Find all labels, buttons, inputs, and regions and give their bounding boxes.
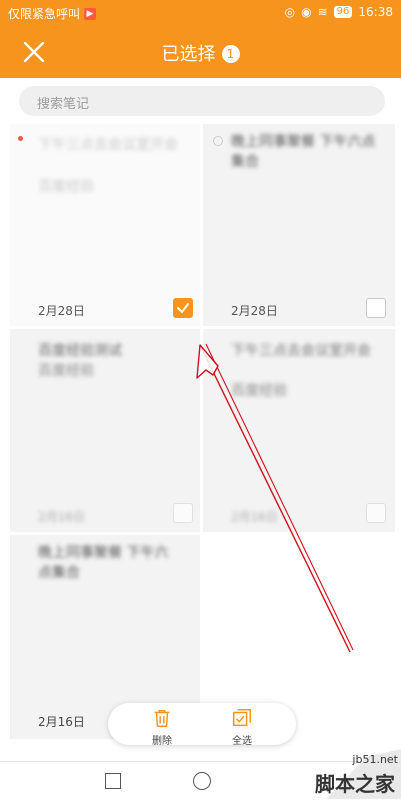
nfc-icon: ◎	[284, 5, 296, 19]
emergency-app-icon: ▶	[84, 7, 97, 20]
trash-icon	[154, 709, 170, 727]
action-bar: 删除 全选	[108, 703, 296, 747]
note-title: 下午三点去会议室开会	[231, 343, 371, 359]
select-all-button[interactable]: 全选	[222, 707, 262, 747]
priority-dot	[18, 136, 23, 141]
recent-apps-icon[interactable]	[105, 773, 121, 789]
status-right: ◎ ◉ ≋ 96 16:38	[285, 5, 393, 19]
page-title: 已选择 1	[0, 40, 401, 66]
delete-button[interactable]: 删除	[142, 707, 182, 747]
note-card[interactable]: 百度经验测试 百度经验 2月16日	[10, 329, 200, 532]
status-time: 16:38	[358, 5, 393, 19]
watermark: jb51.net 脚本之家	[266, 749, 401, 799]
note-subtitle: 百度经验	[231, 383, 287, 399]
eye-icon: ◉	[301, 5, 312, 19]
note-card[interactable]: 下午三点去会议室开会 百度经验 2月28日	[10, 124, 200, 326]
note-checkbox[interactable]	[366, 298, 386, 318]
note-title: 晚上同事聚餐 下午六点集合	[38, 545, 169, 581]
note-card[interactable]: 下午三点去会议室开会 百度经验 2月16日	[203, 329, 395, 532]
note-date: 2月16日	[38, 715, 85, 729]
checkmark-icon	[177, 303, 189, 314]
note-date: 2月28日	[231, 304, 278, 318]
wifi-icon: ≋	[317, 5, 328, 19]
note-date: 2月16日	[38, 510, 85, 524]
selection-header: 已选择 1	[0, 26, 401, 78]
note-checkbox[interactable]	[366, 503, 386, 523]
select-all-label: 全选	[232, 736, 252, 747]
status-left: 仅限紧急呼叫 ▶	[8, 5, 97, 22]
status-text: 仅限紧急呼叫	[8, 7, 81, 21]
note-checkbox[interactable]	[173, 503, 193, 523]
note-checkbox[interactable]	[173, 298, 193, 318]
watermark-brand: 脚本之家	[315, 772, 395, 796]
note-dot	[213, 136, 223, 146]
delete-label: 删除	[152, 736, 172, 747]
note-subtitle: 百度经验	[38, 363, 94, 379]
search-input[interactable]: 搜索笔记	[19, 86, 385, 116]
select-all-icon	[233, 709, 251, 727]
note-card[interactable]: 晚上同事聚餐 下午六点集合 2月28日	[203, 124, 395, 326]
battery-icon: 96	[333, 6, 353, 18]
note-title: 晚上同事聚餐 下午六点集合	[231, 134, 376, 170]
status-bar: 仅限紧急呼叫 ▶ ◎ ◉ ≋ 96 16:38	[0, 0, 401, 26]
note-date: 2月16日	[231, 510, 278, 524]
title-text: 已选择	[161, 44, 216, 65]
note-title: 百度经验测试	[38, 343, 122, 359]
notes-grid: 下午三点去会议室开会 百度经验 2月28日 晚上同事聚餐 下午六点集合 2月28…	[10, 124, 395, 739]
note-date: 2月28日	[38, 304, 85, 318]
note-subtitle: 百度经验	[38, 179, 94, 195]
watermark-site: jb51.net	[352, 753, 398, 766]
home-icon[interactable]	[193, 772, 211, 790]
selected-count-badge: 1	[221, 45, 240, 63]
note-title: 下午三点去会议室开会	[38, 137, 178, 153]
search-placeholder: 搜索笔记	[37, 97, 90, 112]
